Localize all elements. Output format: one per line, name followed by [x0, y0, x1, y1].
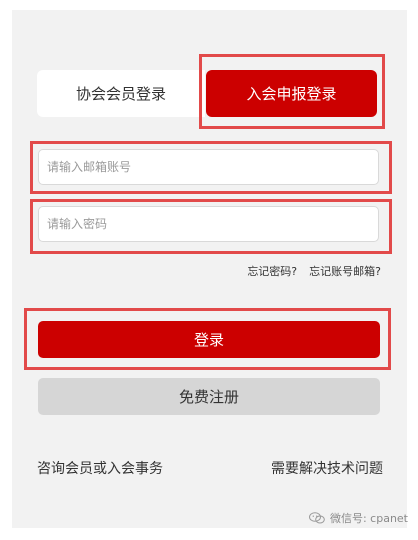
password-field[interactable] — [38, 206, 379, 242]
register-button[interactable]: 免费注册 — [38, 378, 380, 415]
tab-member-login[interactable]: 协会会员登录 — [37, 70, 205, 117]
forgot-password-link[interactable]: 忘记密码? — [247, 263, 297, 279]
wechat-icon — [308, 512, 325, 524]
login-button[interactable]: 登录 — [38, 321, 380, 358]
watermark-text: 微信号: cpanet — [329, 512, 408, 525]
watermark: 微信号: cpanet — [308, 510, 408, 526]
email-field[interactable] — [38, 149, 379, 185]
forgot-account-link[interactable]: 忘记账号邮箱? — [309, 263, 381, 279]
consult-link[interactable]: 咨询会员或入会事务 — [37, 458, 163, 478]
tab-apply-login[interactable]: 入会申报登录 — [206, 70, 377, 117]
tech-support-link[interactable]: 需要解决技术问题 — [271, 458, 383, 478]
register-button-label: 免费注册 — [178, 388, 239, 406]
login-button-label: 登录 — [193, 331, 224, 349]
forgot-links: 忘记密码? 忘记账号邮箱? — [247, 263, 381, 279]
tab-member-login-label: 协会会员登录 — [75, 85, 166, 103]
tab-apply-login-label: 入会申报登录 — [246, 85, 337, 103]
